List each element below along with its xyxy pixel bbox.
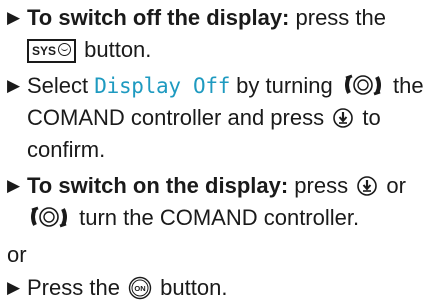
step-heading: To switch off the display: bbox=[27, 5, 290, 30]
step-arrow-icon: ▶ bbox=[7, 76, 21, 95]
step-text: to bbox=[356, 105, 381, 130]
controller-press-icon bbox=[333, 108, 354, 128]
step-text: confirm. bbox=[27, 137, 106, 162]
step-heading: To switch on the display: bbox=[27, 173, 289, 198]
step-text: button. bbox=[78, 37, 152, 62]
step-text: by turning bbox=[230, 73, 333, 98]
controller-press-icon bbox=[357, 176, 378, 196]
step-arrow-icon: ▶ bbox=[7, 278, 21, 297]
menu-item-display-off: Display Off bbox=[94, 74, 231, 98]
controller-turn-icon bbox=[344, 74, 381, 96]
sys-button-icon: SYS bbox=[27, 39, 77, 63]
step-arrow-icon: ▶ bbox=[7, 8, 21, 27]
step-text: turn the COMAND controller. bbox=[73, 205, 360, 230]
on-button-icon: ON bbox=[128, 276, 152, 300]
step-text: button. bbox=[154, 275, 228, 300]
step-text: or bbox=[380, 173, 406, 198]
step-text: Press the bbox=[27, 275, 120, 300]
step-arrow-icon: ▶ bbox=[7, 176, 21, 195]
step-text: COMAND controller and press bbox=[27, 105, 325, 130]
or-separator: or bbox=[7, 242, 27, 267]
step-text: the bbox=[386, 73, 424, 98]
step-text: press the bbox=[289, 5, 387, 30]
step-text: Select bbox=[27, 73, 95, 98]
svg-text:ON: ON bbox=[134, 284, 145, 293]
step-text: press bbox=[288, 173, 349, 198]
controller-turn-icon bbox=[31, 206, 67, 228]
